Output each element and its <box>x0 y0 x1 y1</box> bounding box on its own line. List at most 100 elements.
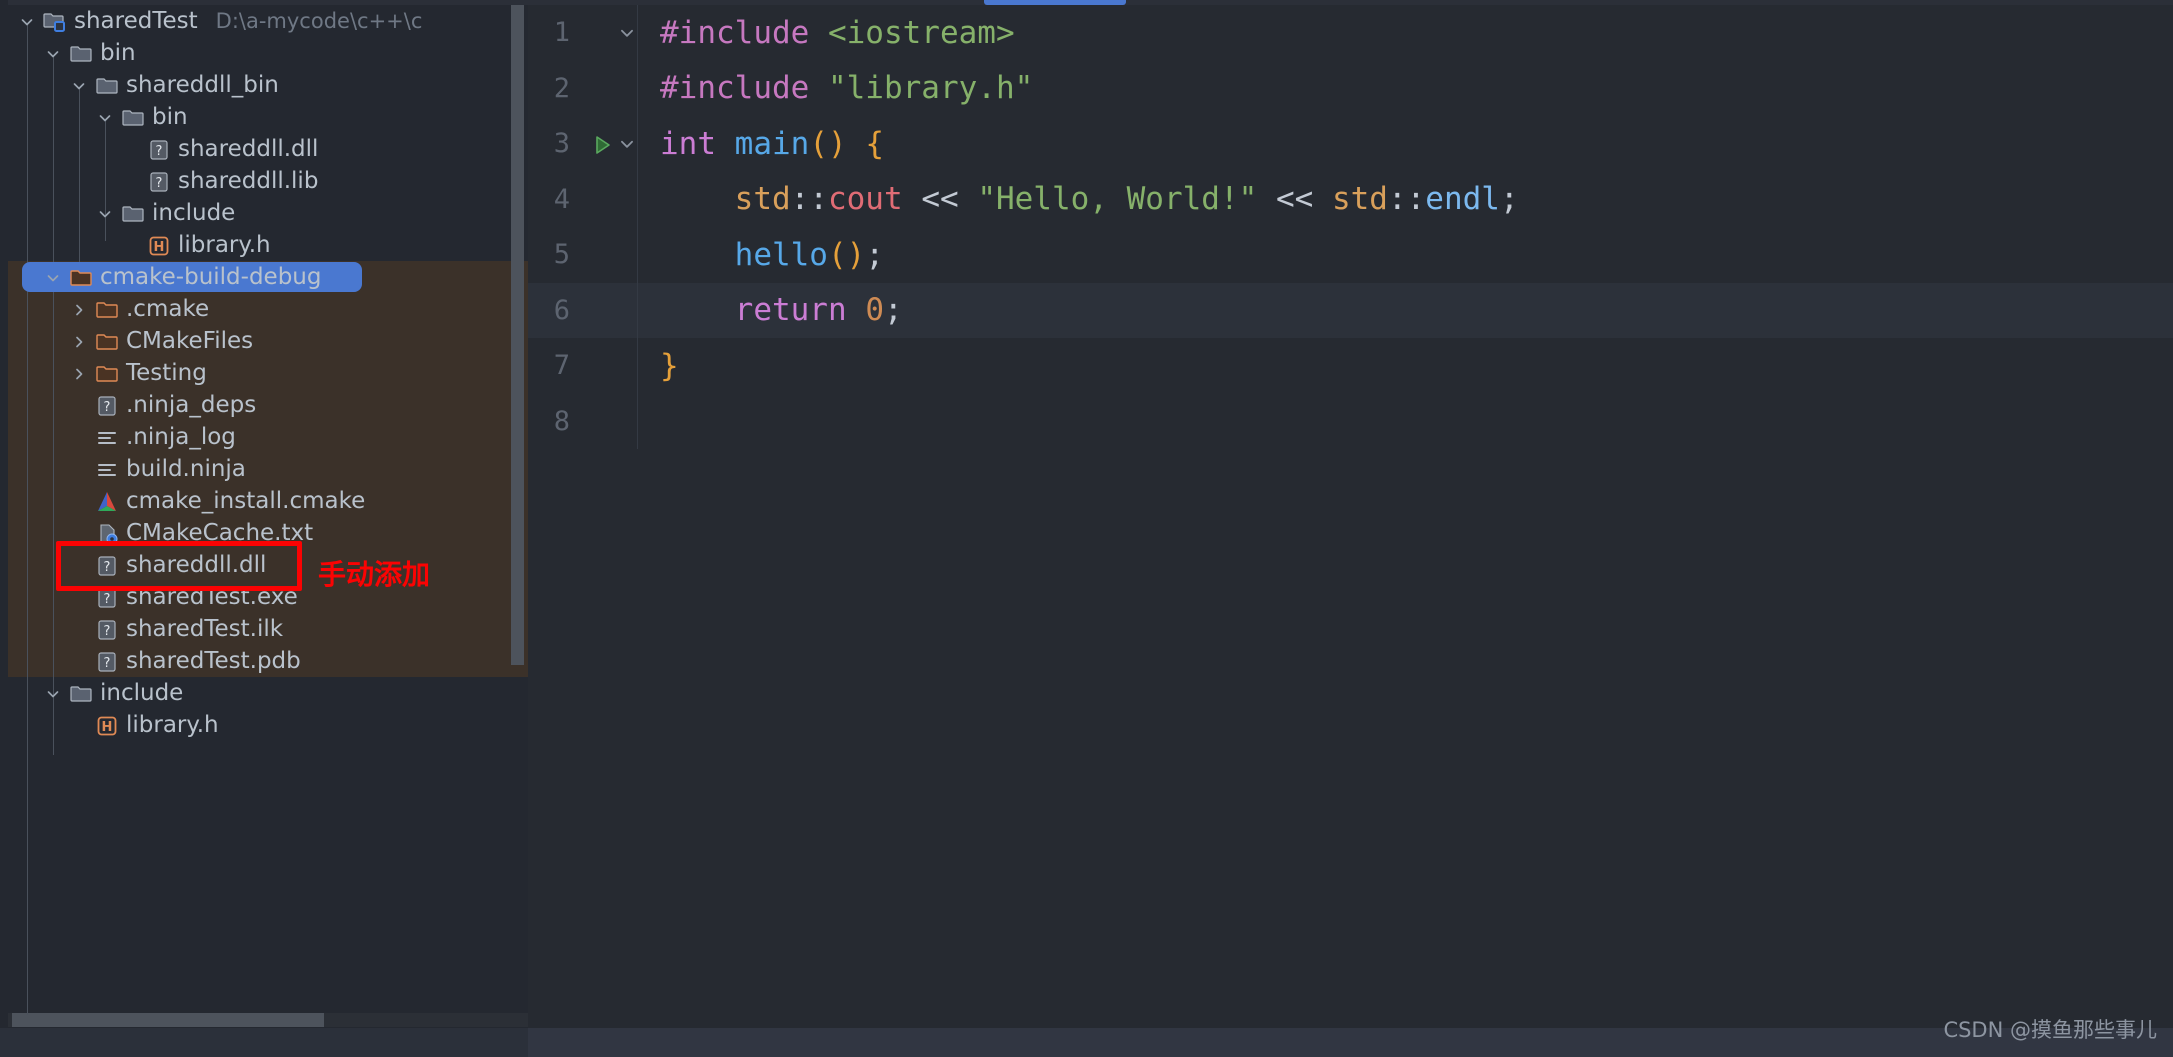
tree-twisty-down-icon[interactable] <box>40 37 66 69</box>
tree-twisty-down-icon[interactable] <box>14 5 40 37</box>
svg-text:H: H <box>154 240 165 255</box>
code-token: return <box>734 292 847 329</box>
svg-text:?: ? <box>104 624 111 639</box>
unknown-file-icon: ? <box>92 613 122 645</box>
tree-row[interactable]: shareddll_bin <box>0 69 528 101</box>
code-token: #include <box>660 70 828 107</box>
gutter-divider <box>637 227 638 283</box>
code-token: << <box>1275 181 1314 218</box>
code-line-text[interactable]: #include "library.h" <box>644 70 1033 106</box>
svg-text:H: H <box>102 720 113 735</box>
tree-row-label: sharedTest <box>74 8 198 34</box>
tree-row[interactable]: ? .ninja_deps <box>0 389 528 421</box>
code-fold-toggle-icon[interactable] <box>618 24 636 42</box>
tree-row[interactable]: cmake-build-debug <box>0 261 528 293</box>
tree-row[interactable]: sharedTest D:\a-mycode\c++\c <box>0 5 528 37</box>
tree-row[interactable]: cmake_install.cmake <box>0 485 528 517</box>
tree-row[interactable]: include <box>0 677 528 709</box>
code-token: endl <box>1425 181 1500 218</box>
tree-row[interactable]: ? sharedTest.exe <box>0 581 528 613</box>
editor-line[interactable]: 6 return 0; <box>528 282 2173 338</box>
excluded-folder-icon <box>92 293 122 325</box>
tree-row-label: include <box>100 680 184 706</box>
tree-row[interactable]: bin <box>0 37 528 69</box>
code-fold-toggle-icon[interactable] <box>618 135 636 153</box>
excluded-folder-icon <box>92 357 122 389</box>
code-token: cout <box>827 181 903 218</box>
header-file-icon: H <box>92 709 122 741</box>
tree-twisty-right-icon[interactable] <box>66 293 92 325</box>
tree-twisty-right-icon[interactable] <box>66 357 92 389</box>
editor-line[interactable]: 4 std::cout << "Hello, World!" << std::e… <box>528 171 2173 227</box>
code-line-text[interactable]: hello(); <box>644 237 884 273</box>
tree-row[interactable]: CMakeFiles <box>0 325 528 357</box>
code-line-text[interactable]: return 0; <box>644 292 903 328</box>
tree-row[interactable]: ? sharedTest.ilk <box>0 613 528 645</box>
tree-twisty-down-icon[interactable] <box>92 101 118 133</box>
folder-icon <box>92 69 122 101</box>
tree-twisty-down-icon[interactable] <box>40 261 66 293</box>
run-configuration-icon[interactable] <box>590 133 612 155</box>
tree-row[interactable]: include <box>0 197 528 229</box>
tree-row[interactable]: ? shareddll.dll <box>0 133 528 165</box>
svg-text:?: ? <box>156 144 163 159</box>
line-number: 7 <box>553 350 570 382</box>
editor-line[interactable]: 5 hello(); <box>528 227 2173 283</box>
tree-row[interactable]: Testing <box>0 357 528 389</box>
tree-bottom-partial-row <box>0 1028 528 1057</box>
editor-lines[interactable]: 1 #include <iostream> 2 #include "library.h… <box>528 5 2173 1057</box>
tree-row-label: shareddll.lib <box>178 168 319 194</box>
tree-twisty-down-icon[interactable] <box>66 69 92 101</box>
tree-row[interactable]: .cmake <box>0 293 528 325</box>
tree-row-label: .cmake <box>126 296 210 322</box>
tree-row[interactable]: ? shareddll.lib <box>0 165 528 197</box>
tree-twisty-right-icon[interactable] <box>66 325 92 357</box>
tree-twisty-down-icon[interactable] <box>92 197 118 229</box>
folder-icon <box>66 677 96 709</box>
code-line-text[interactable]: int main() { <box>644 126 884 162</box>
tree-row[interactable]: build.ninja <box>0 453 528 485</box>
tree-row[interactable]: Hlibrary.h <box>0 709 528 741</box>
code-editor[interactable]: 1 #include <iostream> 2 #include "library.h… <box>528 0 2173 1057</box>
tree-horizontal-scrollbar-thumb[interactable] <box>12 1013 324 1027</box>
code-line-text[interactable]: } <box>644 348 679 384</box>
code-token: () <box>827 236 866 273</box>
tree-row[interactable]: ? shareddll.dll <box>0 549 528 581</box>
tree-row[interactable]: CMakeCache.txt <box>0 517 528 549</box>
tree-row[interactable]: ? sharedTest.pdb <box>0 645 528 677</box>
tree-row[interactable]: Hlibrary.h <box>0 229 528 261</box>
editor-line[interactable]: 2 #include "library.h" <box>528 60 2173 116</box>
tree-row-label: shareddll.dll <box>178 136 319 162</box>
svg-text:?: ? <box>104 560 111 575</box>
project-tree-rows[interactable]: sharedTest D:\a-mycode\c++\c bin shareddll_… <box>0 5 528 1023</box>
editor-line[interactable]: 3 int main() { <box>528 116 2173 172</box>
tree-row-label: library.h <box>126 712 219 738</box>
editor-line[interactable]: 8 <box>528 393 2173 449</box>
tree-twisty-down-icon[interactable] <box>40 677 66 709</box>
line-number: 8 <box>553 405 570 437</box>
gutter-divider <box>637 5 638 61</box>
cmake-file-icon <box>92 485 122 517</box>
tree-row-label: .ninja_log <box>126 424 236 450</box>
editor-line[interactable]: 1 #include <iostream> <box>528 5 2173 61</box>
gutter-divider <box>637 282 638 338</box>
tree-row-label: shareddll.dll <box>126 552 267 578</box>
tree-row-label: sharedTest.pdb <box>126 648 301 674</box>
code-line-text[interactable]: std::cout << "Hello, World!" << std::end… <box>644 181 1519 217</box>
code-line-text[interactable]: #include <iostream> <box>644 15 1015 51</box>
tree-row[interactable]: bin <box>0 101 528 133</box>
code-token: "Hello, World!" <box>977 181 1258 218</box>
tree-row-label: bin <box>100 40 136 66</box>
project-tree-panel[interactable]: sharedTest D:\a-mycode\c++\c bin shareddll_… <box>0 0 528 1040</box>
editor-gutter[interactable] <box>570 133 644 155</box>
unknown-file-icon: ? <box>92 645 122 677</box>
editor-gutter[interactable] <box>570 24 644 42</box>
editor-line[interactable]: 7} <box>528 338 2173 394</box>
tree-row-label: sharedTest.ilk <box>126 616 284 642</box>
unknown-file-icon: ? <box>144 133 174 165</box>
tree-row[interactable]: .ninja_log <box>0 421 528 453</box>
code-token: main <box>734 125 810 162</box>
